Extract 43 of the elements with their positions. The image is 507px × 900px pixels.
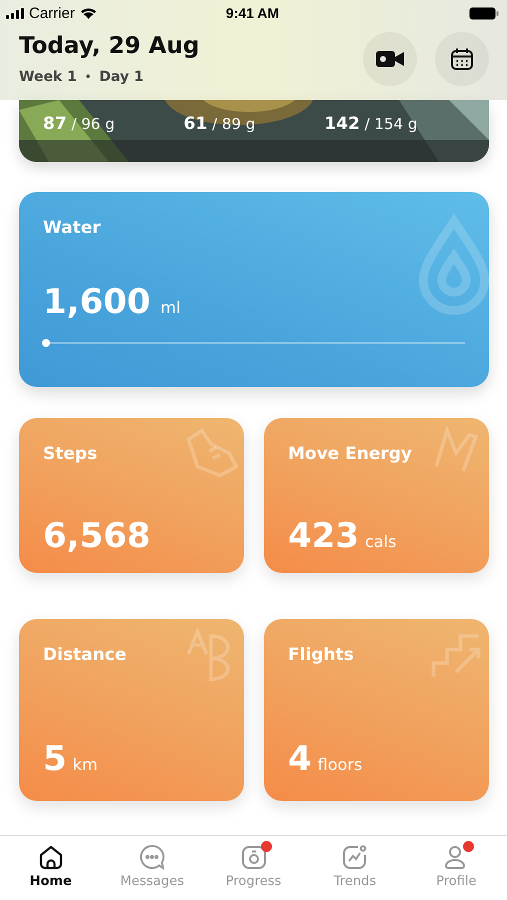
tab-bar-item[interactable]: Profile — [406, 836, 507, 900]
stat-unit: km — [72, 755, 98, 774]
stat-card[interactable]: Steps 6,568 — [19, 418, 244, 573]
battery-icon — [468, 6, 499, 20]
calendar-icon — [450, 47, 474, 71]
signal-icon — [6, 8, 24, 18]
water-value: 1,600 — [43, 282, 151, 322]
stat-label: Move Energy — [288, 444, 414, 464]
home-icon — [38, 844, 64, 870]
carrier-name: Carrier — [29, 4, 75, 22]
macro-value: 87 / 96 g — [43, 114, 116, 134]
camera-icon — [240, 844, 267, 870]
water-card[interactable]: Water 1,600 ml — [19, 192, 489, 387]
stat-unit: floors — [318, 755, 362, 774]
video-camera-icon — [375, 49, 405, 69]
chat-bubble-icon — [139, 844, 166, 870]
stat-card[interactable]: Distance 5 km — [19, 619, 244, 801]
wifi-icon — [80, 7, 97, 19]
water-unit: ml — [160, 298, 181, 317]
date-title: Today, 29 Aug — [19, 33, 200, 59]
chart-icon — [342, 844, 368, 870]
stat-unit: cals — [364, 532, 396, 551]
water-label: Water — [43, 218, 102, 238]
stat-card[interactable]: Move Energy 423 cals — [264, 418, 489, 573]
stat-value: 4 — [288, 739, 312, 779]
status-time: 9:41 AM — [226, 5, 280, 21]
stat-value: 5 — [43, 739, 67, 779]
stat-value: 6,568 — [43, 516, 151, 556]
week-label: Week 1 — [19, 69, 77, 85]
tab-bar-item[interactable]: Trends — [304, 836, 406, 900]
stat-label: Distance — [43, 645, 128, 665]
stat-label: Flights — [288, 645, 355, 665]
tab-bar-item[interactable]: Messages — [101, 836, 203, 900]
tab-bar-item[interactable]: Progress — [202, 836, 304, 900]
macro-value: 142 / 154 g — [324, 114, 418, 134]
macro-value: 61 / 89 g — [184, 114, 256, 134]
tab-bar-item[interactable]: Home — [0, 836, 102, 900]
separator-dot: • — [84, 72, 92, 82]
day-label: Day 1 — [99, 69, 144, 85]
stat-value: 423 — [288, 516, 359, 556]
stat-label: Steps — [43, 444, 98, 464]
macro-card[interactable]: 87 / 96 g 61 / 89 g 142 / 154 g — [19, 100, 489, 162]
stat-card[interactable]: Flights 4 floors — [264, 619, 489, 801]
